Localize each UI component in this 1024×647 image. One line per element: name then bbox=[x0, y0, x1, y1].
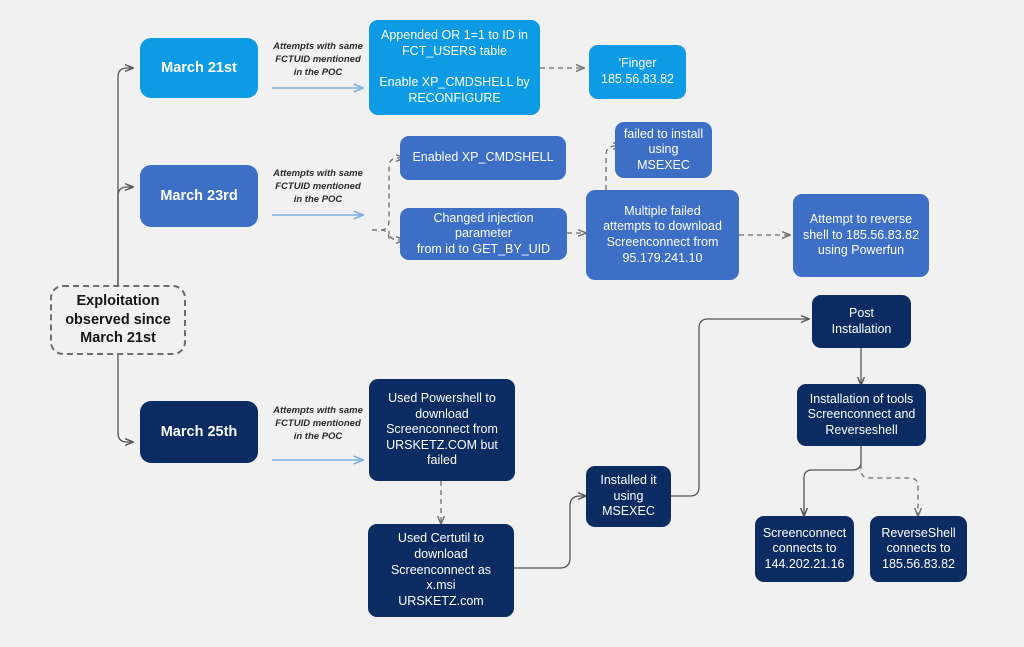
node-multiple-failed-downloads: Multiple failed attempts to download Scr… bbox=[586, 190, 739, 280]
date-node-march-23rd: March 23rd bbox=[140, 165, 258, 227]
node-finger-ip: 'Finger 185.56.83.82 bbox=[589, 45, 686, 99]
node-changed-injection-parameter: Changed injection parameter from id to G… bbox=[400, 208, 567, 260]
node-post-installation: Post Installation bbox=[812, 295, 911, 348]
edge-label-march-21st: Attempts with same FCTUID mentioned in t… bbox=[273, 41, 363, 78]
flowchart-canvas: Exploitation observed since March 21st M… bbox=[0, 0, 1024, 647]
node-installed-using-msexec: Installed it using MSEXEC bbox=[586, 466, 671, 527]
node-used-certutil-download: Used Certutil to download Screenconnect … bbox=[368, 524, 514, 617]
date-node-march-21st: March 21st bbox=[140, 38, 258, 98]
node-failed-to-install-msexec: failed to install using MSEXEC bbox=[615, 122, 712, 178]
node-installation-of-tools: Installation of tools Screenconnect and … bbox=[797, 384, 926, 446]
start-node-exploitation: Exploitation observed since March 21st bbox=[50, 285, 186, 355]
node-used-powershell-download: Used Powershell to download Screenconnec… bbox=[369, 379, 515, 481]
node-enabled-xp-cmdshell: Enabled XP_CMDSHELL bbox=[400, 136, 566, 180]
edge-label-march-25th: Attempts with same FCTUID mentioned in t… bbox=[273, 405, 363, 442]
node-reverse-shell-powerfun: Attempt to reverse shell to 185.56.83.82… bbox=[793, 194, 929, 277]
date-node-march-25th: March 25th bbox=[140, 401, 258, 463]
edge-label-march-23rd: Attempts with same FCTUID mentioned in t… bbox=[273, 168, 363, 205]
node-appended-or-injection: Appended OR 1=1 to ID in FCT_USERS table… bbox=[369, 20, 540, 115]
node-reverseshell-connects-to: ReverseShell connects to 185.56.83.82 bbox=[870, 516, 967, 582]
node-screenconnect-connects-to: Screenconnect connects to 144.202.21.16 bbox=[755, 516, 854, 582]
